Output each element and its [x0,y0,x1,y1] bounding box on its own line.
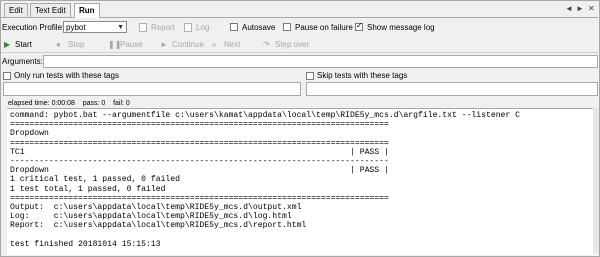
only-run-tags-label: Only run tests with these tags [14,71,119,80]
tab-edit[interactable]: Edit [4,3,28,17]
log-button[interactable]: Log [196,22,209,33]
pause-button[interactable]: Pause [120,39,143,50]
continue-button[interactable]: Continue [172,39,204,50]
stop-button[interactable]: Stop [68,39,84,50]
fail-count: fail: 0 [113,100,130,107]
output-line: command: pybot.bat --argumentfile c:\use… [10,111,520,120]
close-tab-icon[interactable]: ✕ [588,3,595,15]
output-text: command: pybot.bat --argumentfile c:\use… [7,109,597,251]
pass-count: pass: 0 [82,100,106,107]
only-run-tags-checkbox[interactable] [3,72,11,80]
start-icon: ▶ [4,40,11,49]
pause-on-failure-label: Pause on failure [295,23,353,32]
output-line: ----------------------------------------… [10,157,389,167]
stop-icon: ● [56,40,61,49]
output-line: 1 test total, 1 passed, 0 failed [10,184,166,194]
toolbar-divider [1,52,598,53]
output-scrollbar[interactable] [593,108,599,254]
autosave-checkbox[interactable] [230,23,238,31]
report-icon [139,23,147,32]
skip-tags-label: Skip tests with these tags [317,71,408,80]
tab-scroll-right-icon[interactable]: ► [576,3,584,15]
execution-profile-value: pybot [66,23,86,32]
tab-bar: Edit Text Edit Run ◄ ► ✕ [1,1,598,18]
execution-profile-select[interactable]: pybot ▼ [63,21,127,33]
output-line: TC1 | PASS | [10,147,389,157]
continue-icon: ► [160,40,168,49]
output-line: Dropdown | PASS | [10,166,389,176]
report-button[interactable]: Report [151,22,175,33]
arguments-label: Arguments: [2,57,43,66]
output-line: Log: c:\users\appdata\local\temp\RIDE5y_… [10,212,292,222]
execution-profile-label: Execution Profile: [2,23,65,32]
tab-run[interactable]: Run [74,3,100,18]
output-line: ========================================… [10,193,389,203]
skip-tags-checkbox[interactable] [306,72,314,80]
skip-tags-input[interactable] [306,82,598,96]
tab-scroll-left-icon[interactable]: ◄ [565,3,573,15]
arguments-input[interactable] [43,55,598,68]
start-button[interactable]: Start [15,39,32,50]
step-over-icon: ↷ [263,40,270,49]
elapsed-time: elapsed time: 0:00:08 [8,100,75,107]
output-console[interactable]: command: pybot.bat --argumentfile c:\use… [7,108,597,255]
output-line: Output: c:\users\appdata\local\temp\RIDE… [10,203,302,213]
show-message-log-checkbox[interactable] [355,21,363,31]
output-line: 1 critical test, 1 passed, 0 failed [10,175,180,185]
tab-text-edit[interactable]: Text Edit [30,3,71,17]
show-message-log-label: Show message log [367,23,435,32]
output-line: ========================================… [10,120,389,130]
only-run-tags-input[interactable] [3,82,301,96]
log-icon [184,23,192,32]
pause-on-failure-checkbox[interactable] [283,23,291,31]
output-line: test finished 20181014 15:15:13 [10,239,161,249]
output-line: Report: c:\users\appdata\local\temp\RIDE… [10,221,307,231]
output-line: Dropdown [10,129,49,139]
next-button[interactable]: Next [224,39,240,50]
chevron-down-icon: ▼ [117,24,124,31]
next-icon: » [212,40,217,49]
step-over-button[interactable]: Step over [275,39,309,50]
output-line: ========================================… [10,138,389,148]
autosave-label: Autosave [242,23,276,32]
